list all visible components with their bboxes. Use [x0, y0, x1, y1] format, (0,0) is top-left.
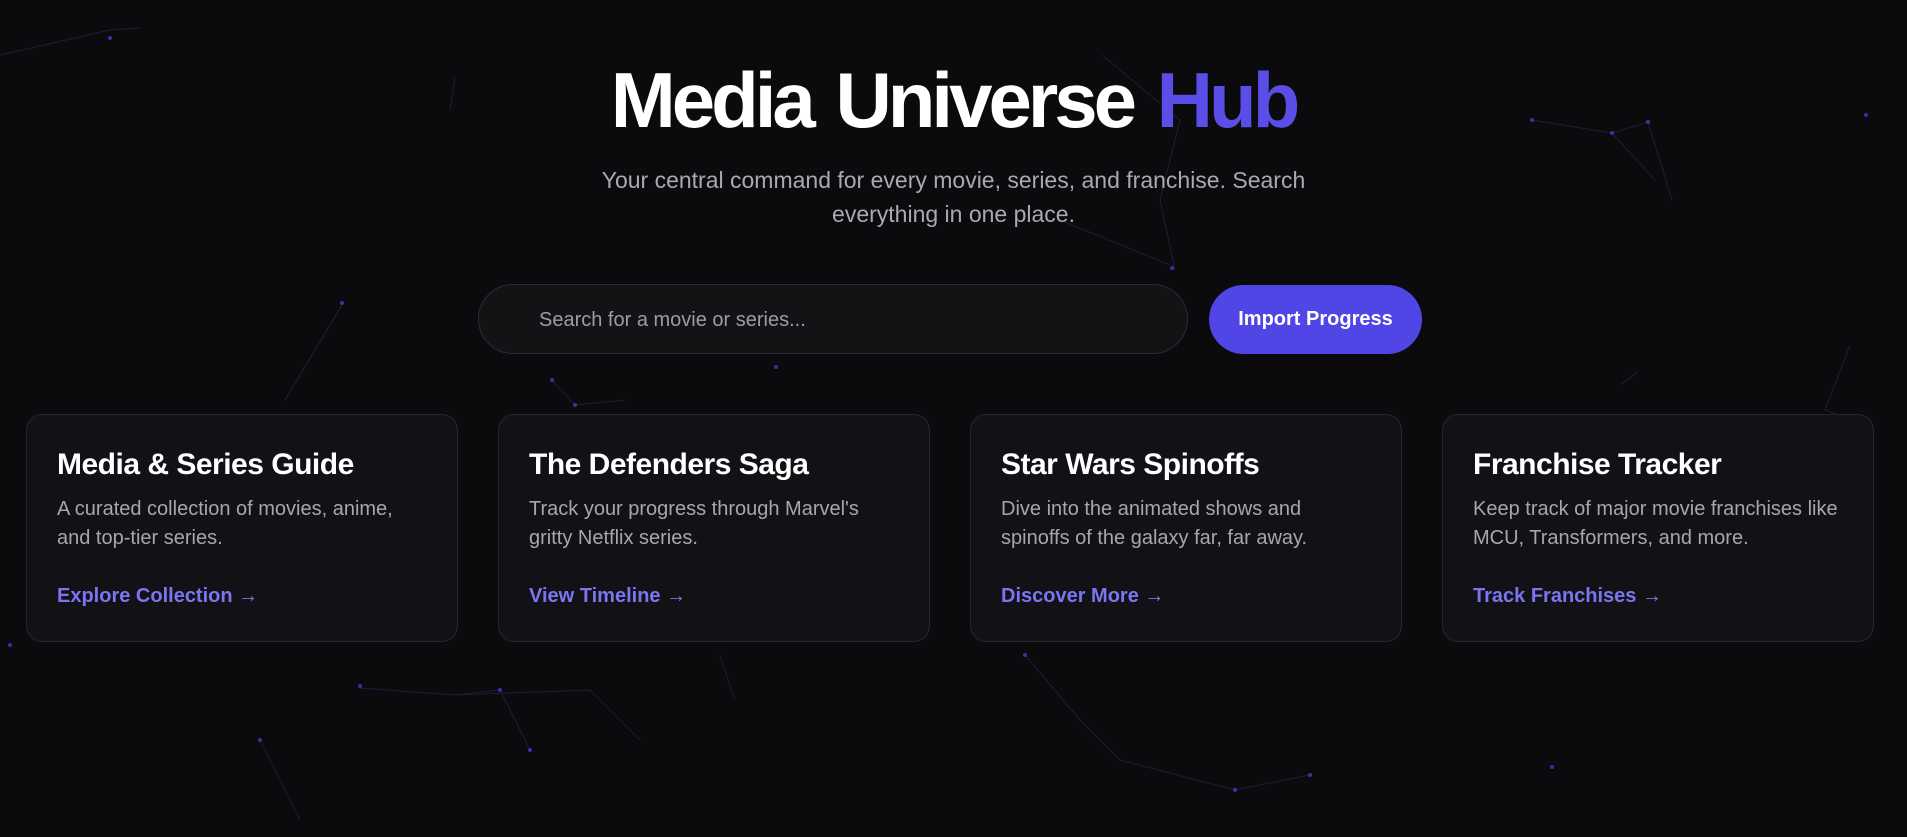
hero: Media Universe Hub Your central command … — [0, 55, 1907, 231]
page-title: Media Universe Hub — [0, 55, 1907, 145]
card-title: Franchise Tracker — [1473, 448, 1722, 481]
card-title: Star Wars Spinoffs — [1001, 448, 1260, 481]
card-franchise-tracker: Franchise Tracker Keep track of major mo… — [1442, 414, 1874, 642]
view-timeline-link[interactable]: View Timeline → — [529, 585, 686, 608]
search-box — [478, 284, 1188, 355]
import-progress-button[interactable]: Import Progress — [1209, 285, 1422, 354]
card-media-series-guide: Media & Series Guide A curated collectio… — [26, 414, 458, 642]
explore-collection-link[interactable]: Explore Collection → — [57, 585, 258, 608]
search-input[interactable] — [537, 285, 1161, 355]
title-accent: Hub — [1156, 56, 1301, 144]
card-title: The Defenders Saga — [529, 448, 809, 481]
discover-more-link[interactable]: Discover More → — [1001, 585, 1164, 608]
card-description: Keep track of major movie franchises lik… — [1473, 498, 1838, 549]
page-subtitle: Your central command for every movie, se… — [601, 167, 1306, 227]
title-main: Media Universe — [610, 56, 1137, 144]
card-description: Dive into the animated shows and spinoff… — [1001, 498, 1308, 549]
card-star-wars-spinoffs: Star Wars Spinoffs Dive into the animate… — [970, 414, 1402, 642]
feature-cards: Media & Series Guide A curated collectio… — [26, 414, 1874, 642]
page: Media Universe Hub Your central command … — [0, 0, 1907, 837]
card-description: Track your progress through Marvel's gri… — [529, 498, 859, 549]
track-franchises-link[interactable]: Track Franchises → — [1473, 585, 1662, 608]
card-title: Media & Series Guide — [57, 448, 354, 481]
search-row: Import Progress — [478, 284, 1422, 356]
card-description: A curated collection of movies, anime, a… — [57, 498, 393, 549]
card-defenders-saga: The Defenders Saga Track your progress t… — [498, 414, 930, 642]
